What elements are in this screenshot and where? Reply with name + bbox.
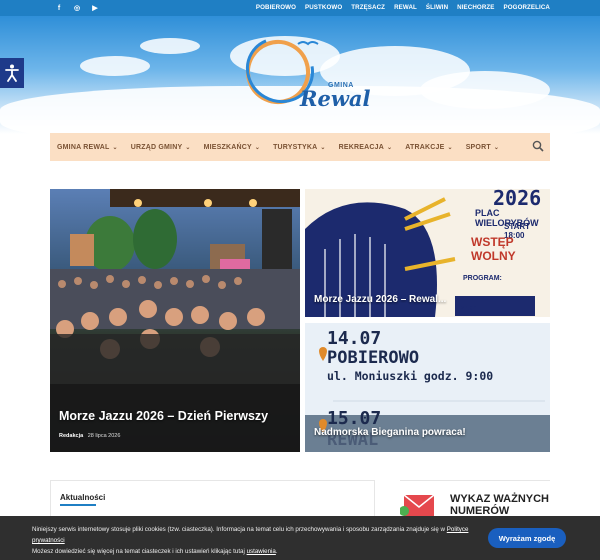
cookie-text-1: Niniejszy serwis internetowy stosuje pli… [32,526,447,533]
town-links: POBIEROWO PUSTKOWO TRZĘSACZ REWAL ŚLIWIN… [256,4,550,11]
chevron-down-icon: ⌄ [493,144,500,151]
feature-bottom-right-title[interactable]: Nadmorska Bieganina powraca! [314,427,466,438]
nav-label: GMINA REWAL [57,143,110,151]
instagram-icon[interactable]: ◎ [72,3,82,13]
nav-label: SPORT [465,143,491,151]
author[interactable]: Redakcja [59,433,83,439]
date: 28 lipca 2026 [87,433,121,439]
feature-top-right[interactable]: 2026 PLAC WIELORYBÓW START 18:00 WSTĘP W… [305,189,550,317]
poster-date: 27.07 [461,306,477,312]
poster-program: PROGRAM: [463,275,502,282]
poster-entry: WSTĘP WOLNY [471,235,516,263]
social-links: f ◎ ▶ [54,3,100,13]
chevron-down-icon: ⌄ [320,144,326,151]
accessibility-button[interactable] [0,58,24,88]
town-link-trzesacz[interactable]: TRZĘSACZ [351,4,385,11]
logo-name: Rewal [300,86,371,111]
poster-year: 2026 [493,189,542,210]
facebook-icon[interactable]: f [54,3,64,13]
cookie-text-2: Możesz dowiedzieć się więcej na temat ci… [32,548,247,555]
nav-item-urzad-gminy[interactable]: URZĄD GMINY ⌄ [131,144,191,151]
town-link-rewal[interactable]: REWAL [394,4,417,11]
cookie-settings-link[interactable]: ustawienia [247,548,276,555]
poster-street: ul. Moniuszki godz. 9:00 [327,369,494,383]
town-link-pobierowo[interactable]: POBIEROWO [256,4,296,11]
poster-date-2: 15.07 [327,408,382,429]
heading-underline [60,504,96,506]
nav-item-turystyka[interactable]: TURYSTYKA ⌄ [273,144,326,151]
poster-town-1: POBIEROWO [327,348,420,368]
nav-item-sport[interactable]: SPORT ⌄ [466,144,499,151]
phone-numbers-widget[interactable]: WYKAZ WAŻNYCH NUMERÓW TELEFONÓW [400,480,550,529]
nav-item-atrakcje[interactable]: ATRAKCJE ⌄ [405,144,452,151]
town-link-pogorzelica[interactable]: POGORZELICA [504,4,550,11]
main-nav: GMINA REWAL ⌄ URZĄD GMINY ⌄ MIESZKAŃCY ⌄ TU… [50,133,550,161]
top-bar: f ◎ ▶ POBIEROWO PUSTKOWO TRZĘSACZ REWAL … [0,0,600,16]
cookie-banner: Niniejszy serwis internetowy stosuje pli… [0,516,600,560]
chevron-down-icon: ⌄ [387,144,393,151]
nav-item-gmina-rewal[interactable]: GMINA REWAL ⌄ [57,144,118,151]
accessibility-icon [5,64,19,82]
chevron-down-icon: ⌄ [447,144,453,151]
nav-label: ATRAKCJE [405,143,445,151]
feature-main[interactable]: Morze Jazzu 2026 – Dzień Pierwszy Redakc… [50,189,300,452]
town-link-niechorze[interactable]: NIECHORZE [457,4,494,11]
feature-top-right-title[interactable]: Morze Jazzu 2026 – Rewal... [314,294,446,305]
news-section: Aktualności [50,480,375,520]
accept-cookies-button[interactable]: Wyrażam zgodę [488,528,566,548]
cookie-text: Niniejszy serwis internetowy stosuje pli… [32,526,469,555]
nav-label: MIESZKAŃCY [203,143,252,151]
feature-main-meta: Redakcja 28 lipca 2026 [59,433,120,439]
nav-label: REKREACJA [338,143,385,151]
news-heading: Aktualności [60,493,106,502]
nav-item-mieszkancy[interactable]: MIESZKAŃCY ⌄ [204,144,261,151]
nav-item-rekreacja[interactable]: REKREACJA ⌄ [339,144,393,151]
poster-date-1: 14.07 [327,328,382,349]
town-link-pustkowo[interactable]: PUSTKOWO [305,4,342,11]
nav-label: TURYSTYKA [273,143,318,151]
search-icon[interactable] [532,140,544,152]
phone-title-line1: WYKAZ WAŻNYCH [450,493,549,505]
feature-bottom-right[interactable]: 14.07 POBIEROWO ul. Moniuszki godz. 9:00… [305,323,550,452]
chevron-down-icon: ⌄ [112,144,118,151]
youtube-icon[interactable]: ▶ [90,3,100,13]
chevron-down-icon: ⌄ [254,144,261,151]
feature-main-title[interactable]: Morze Jazzu 2026 – Dzień Pierwszy [59,409,268,423]
chevron-down-icon: ⌄ [185,144,191,151]
town-link-sliwin[interactable]: ŚLIWIN [426,4,448,11]
nav-label: URZĄD GMINY [130,143,183,151]
